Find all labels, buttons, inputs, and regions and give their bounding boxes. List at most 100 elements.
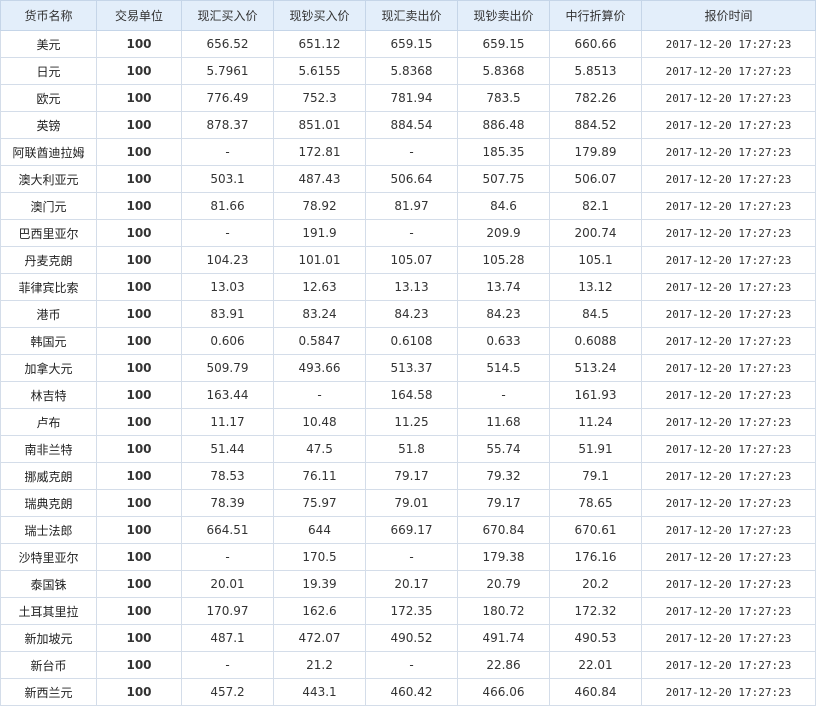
- spot-exchange-sell-cell: -: [365, 651, 458, 679]
- cash-sell-cell: -: [457, 381, 550, 409]
- spot-exchange-sell-cell: 105.07: [365, 246, 458, 274]
- quote-time-cell: 2017-12-20 17:27:23: [641, 381, 816, 409]
- quote-time-cell: 2017-12-20 17:27:23: [641, 489, 816, 517]
- currency-name-cell: 新加坡元: [0, 624, 97, 652]
- cash-sell-cell: 105.28: [457, 246, 550, 274]
- spot-exchange-sell-cell: 460.42: [365, 678, 458, 706]
- table-row: 林吉特 100 163.44-164.58-161.93 2017-12-20 17:…: [0, 381, 816, 409]
- boc-conversion-cell: 84.5: [549, 300, 642, 328]
- cash-buy-cell: 472.07: [273, 624, 366, 652]
- cash-buy-cell: -: [273, 381, 366, 409]
- cash-sell-cell: 84.6: [457, 192, 550, 220]
- spot-exchange-buy-cell: 503.1: [181, 165, 274, 193]
- spot-exchange-buy-cell: 11.17: [181, 408, 274, 436]
- spot-exchange-buy-cell: 51.44: [181, 435, 274, 463]
- currency-name-cell: 新西兰元: [0, 678, 97, 706]
- trade-unit-cell: 100: [96, 678, 182, 706]
- trade-unit-cell: 100: [96, 192, 182, 220]
- spot-exchange-buy-cell: -: [181, 219, 274, 247]
- boc-conversion-cell: 5.8513: [549, 57, 642, 85]
- cash-sell-cell: 79.17: [457, 489, 550, 517]
- table-row: 新台币 100-21.2-22.86 22.01 2017-12-20 17:27:2…: [0, 651, 816, 679]
- boc-conversion-cell: 782.26: [549, 84, 642, 112]
- cash-sell-cell: 466.06: [457, 678, 550, 706]
- spot-exchange-buy-cell: 170.97: [181, 597, 274, 625]
- currency-name-cell: 瑞士法郎: [0, 516, 97, 544]
- cash-buy-cell: 47.5: [273, 435, 366, 463]
- cash-sell-cell: 659.15: [457, 30, 550, 58]
- currency-name-cell: 土耳其里拉: [0, 597, 97, 625]
- trade-unit-cell: 100: [96, 516, 182, 544]
- spot-exchange-sell-cell: 79.01: [365, 489, 458, 517]
- trade-unit-cell: 100: [96, 570, 182, 598]
- spot-exchange-buy-cell: 776.49: [181, 84, 274, 112]
- table-row: 新西兰元 100 457.2 443.1 460.42 466.06 460.84 2017-…: [0, 678, 816, 706]
- cash-sell-cell: 0.633: [457, 327, 550, 355]
- quote-time-cell: 2017-12-20 17:27:23: [641, 435, 816, 463]
- table-row: 日元 100 5.7961 5.6155 5.8368 5.8368 5.8513 2017-…: [0, 57, 816, 85]
- table-row: 韩国元 100 0.606 0.5847 0.6108 0.633 0.6088 2017-1…: [0, 327, 816, 355]
- table-row: 新加坡元 100 487.1 472.07 490.52 491.74 490.53 2017…: [0, 624, 816, 652]
- cash-sell-cell: 209.9: [457, 219, 550, 247]
- quote-time-cell: 2017-12-20 17:27:23: [641, 84, 816, 112]
- spot-exchange-sell-cell: 172.35: [365, 597, 458, 625]
- spot-exchange-buy-cell: -: [181, 651, 274, 679]
- boc-conversion-cell: 22.01: [549, 651, 642, 679]
- spot-exchange-sell-cell: 884.54: [365, 111, 458, 139]
- cash-buy-cell: 83.24: [273, 300, 366, 328]
- cash-buy-cell: 0.5847: [273, 327, 366, 355]
- trade-unit-cell: 100: [96, 84, 182, 112]
- spot-exchange-buy-cell: 509.79: [181, 354, 274, 382]
- cash-buy-cell: 493.66: [273, 354, 366, 382]
- trade-unit-cell: 100: [96, 327, 182, 355]
- cash-buy-cell: 12.63: [273, 273, 366, 301]
- currency-name-cell: 港币: [0, 300, 97, 328]
- spot-exchange-buy-cell: 81.66: [181, 192, 274, 220]
- currency-name-cell: 林吉特: [0, 381, 97, 409]
- cash-sell-cell: 55.74: [457, 435, 550, 463]
- currency-name-cell: 卢布: [0, 408, 97, 436]
- spot-exchange-sell-cell: 13.13: [365, 273, 458, 301]
- boc-conversion-cell: 660.66: [549, 30, 642, 58]
- cash-sell-cell: 79.32: [457, 462, 550, 490]
- quote-time-cell: 2017-12-20 17:27:23: [641, 408, 816, 436]
- spot-exchange-buy-cell: 163.44: [181, 381, 274, 409]
- cash-buy-cell: 10.48: [273, 408, 366, 436]
- col-quote-time: 报价时间: [641, 0, 816, 31]
- currency-name-cell: 日元: [0, 57, 97, 85]
- spot-exchange-sell-cell: 513.37: [365, 354, 458, 382]
- spot-exchange-buy-cell: -: [181, 138, 274, 166]
- cash-buy-cell: 19.39: [273, 570, 366, 598]
- quote-time-cell: 2017-12-20 17:27:23: [641, 570, 816, 598]
- cash-buy-cell: 101.01: [273, 246, 366, 274]
- currency-name-cell: 瑞典克朗: [0, 489, 97, 517]
- spot-exchange-buy-cell: 20.01: [181, 570, 274, 598]
- table-row: 欧元 100 776.49 752.3 781.94 783.5 782.26 2017-12…: [0, 84, 816, 112]
- col-spot-exchange-sell: 现汇卖出价: [365, 0, 458, 31]
- spot-exchange-buy-cell: 5.7961: [181, 57, 274, 85]
- boc-conversion-cell: 161.93: [549, 381, 642, 409]
- spot-exchange-sell-cell: 781.94: [365, 84, 458, 112]
- currency-name-cell: 巴西里亚尔: [0, 219, 97, 247]
- currency-name-cell: 丹麦克朗: [0, 246, 97, 274]
- currency-name-cell: 加拿大元: [0, 354, 97, 382]
- spot-exchange-buy-cell: 457.2: [181, 678, 274, 706]
- spot-exchange-sell-cell: 5.8368: [365, 57, 458, 85]
- spot-exchange-sell-cell: -: [365, 543, 458, 571]
- table-row: 泰国铢 100 20.01 19.39 20.17 20.79 20.2 2017-12-20…: [0, 570, 816, 598]
- currency-name-cell: 挪威克朗: [0, 462, 97, 490]
- spot-exchange-sell-cell: 0.6108: [365, 327, 458, 355]
- currency-name-cell: 欧元: [0, 84, 97, 112]
- currency-name-cell: 韩国元: [0, 327, 97, 355]
- spot-exchange-buy-cell: 104.23: [181, 246, 274, 274]
- cash-sell-cell: 22.86: [457, 651, 550, 679]
- boc-conversion-cell: 513.24: [549, 354, 642, 382]
- spot-exchange-buy-cell: 13.03: [181, 273, 274, 301]
- trade-unit-cell: 100: [96, 30, 182, 58]
- boc-conversion-cell: 670.61: [549, 516, 642, 544]
- cash-sell-cell: 185.35: [457, 138, 550, 166]
- table-row: 瑞典克朗 100 78.39 75.97 79.01 79.17 78.65 2017-12-…: [0, 489, 816, 517]
- table-row: 南非兰特 100 51.44 47.5 51.8 55.74 51.91 2017-12-20…: [0, 435, 816, 463]
- table-row: 英镑 100 878.37 851.01 884.54 886.48 884.52 2017-…: [0, 111, 816, 139]
- boc-conversion-cell: 82.1: [549, 192, 642, 220]
